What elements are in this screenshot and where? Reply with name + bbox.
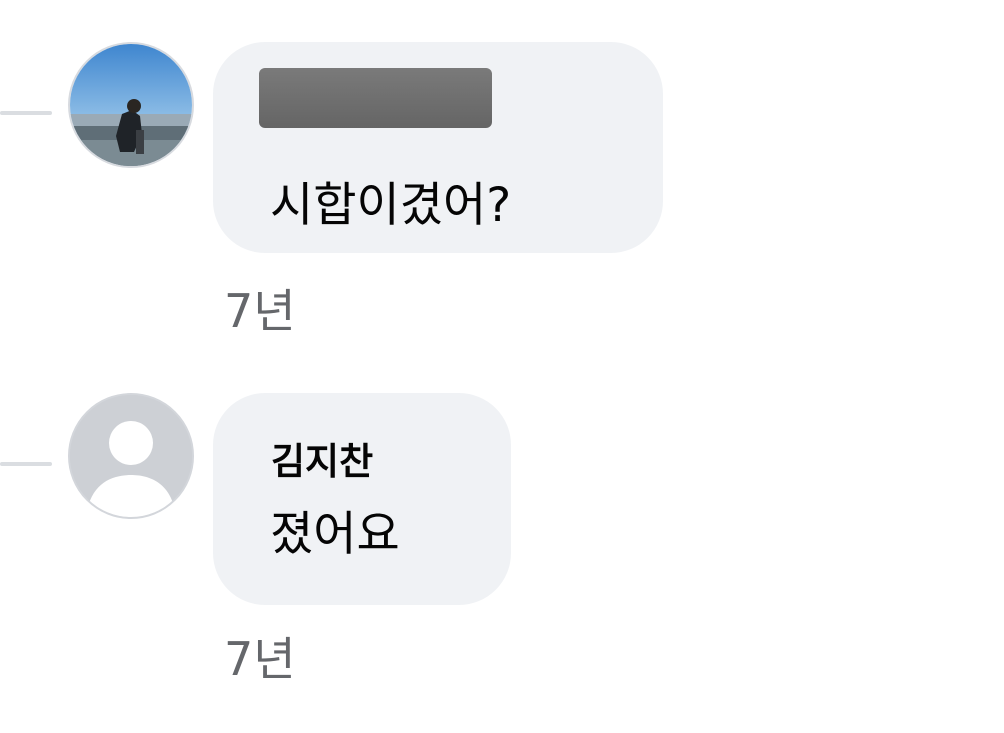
- comment-timestamp[interactable]: 7년: [224, 623, 296, 689]
- commenter-avatar[interactable]: [68, 42, 194, 168]
- thread-connector-line: [0, 111, 52, 115]
- photo-avatar-icon: [70, 44, 192, 166]
- comment-text: 시합이겼어?: [270, 178, 512, 233]
- redacted-author-name: [259, 68, 492, 128]
- comment-timestamp[interactable]: 7년: [224, 275, 296, 341]
- default-user-icon: [70, 395, 192, 517]
- commenter-avatar[interactable]: [68, 393, 194, 519]
- comment-bubble[interactable]: 시합이겼어?: [213, 42, 663, 253]
- comment-author-name[interactable]: 김지찬: [271, 431, 373, 485]
- comment-bubble[interactable]: 김지찬 졌어요: [213, 393, 511, 605]
- comment-text: 졌어요: [270, 507, 400, 562]
- thread-connector-line: [0, 462, 52, 466]
